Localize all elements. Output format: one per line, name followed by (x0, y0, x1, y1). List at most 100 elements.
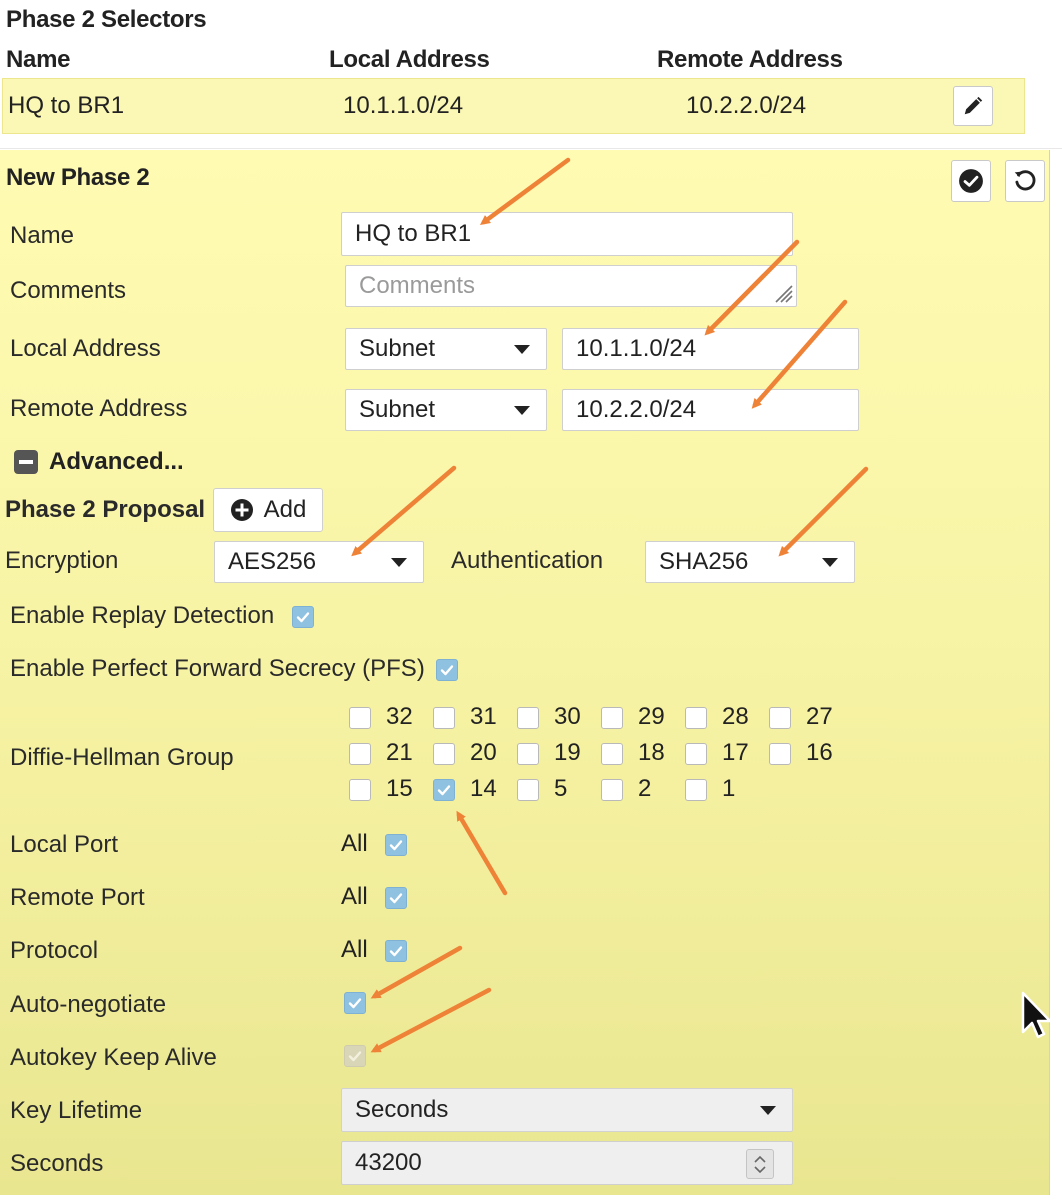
replay-detection-label: Enable Replay Detection (10, 602, 275, 629)
dh-group-number: 30 (554, 703, 581, 730)
dh-group-checkbox[interactable] (517, 779, 539, 801)
dh-group-checkbox[interactable] (517, 743, 539, 765)
confirm-button[interactable] (951, 160, 991, 202)
key-lifetime-select[interactable]: Seconds (341, 1088, 793, 1132)
authentication-select[interactable]: SHA256 (645, 541, 855, 583)
dh-group-checkbox[interactable] (685, 743, 707, 765)
dh-group-checkbox[interactable] (517, 707, 539, 729)
remote-address-type-value: Subnet (359, 396, 436, 423)
local-address-type-value: Subnet (359, 335, 436, 362)
chevron-down-icon (754, 1165, 766, 1173)
local-port-all: All (341, 830, 368, 857)
remote-address-value: 10.2.2.0/24 (576, 396, 697, 423)
dh-group-number: 2 (638, 775, 652, 802)
dh-group-checkbox[interactable] (349, 743, 371, 765)
checkmark-icon (389, 840, 403, 851)
col-header-name: Name (6, 46, 71, 73)
seconds-label: Seconds (10, 1150, 104, 1177)
dh-group-checkbox[interactable] (685, 779, 707, 801)
comments-textarea[interactable]: Comments (345, 265, 797, 307)
advanced-toggle[interactable]: Advanced... (13, 448, 184, 476)
dh-group-number: 18 (638, 739, 665, 766)
plus-circle-icon (230, 499, 253, 521)
add-label: Add (263, 496, 307, 523)
dh-group-checkbox[interactable] (601, 743, 623, 765)
dh-group-number: 19 (554, 739, 581, 766)
add-proposal-button[interactable]: Add (213, 488, 323, 532)
divider (0, 148, 1062, 149)
local-address-field[interactable]: 10.1.1.0/24 (562, 328, 859, 370)
remote-address-type-select[interactable]: Subnet (345, 389, 547, 431)
check-circle-icon (959, 169, 983, 193)
col-header-remote-address: Remote Address (657, 46, 843, 73)
chevron-down-icon (391, 558, 407, 567)
selector-row[interactable] (2, 78, 1025, 134)
comments-label: Comments (10, 277, 127, 304)
dh-group-checkbox[interactable] (433, 707, 455, 729)
advanced-label: Advanced... (49, 448, 184, 475)
dh-group-number: 21 (386, 739, 413, 766)
dh-group-checkbox[interactable] (601, 779, 623, 801)
key-lifetime-label: Key Lifetime (10, 1097, 143, 1124)
checkmark-icon (348, 998, 362, 1009)
remote-port-all: All (341, 883, 368, 910)
dh-group-checkbox[interactable] (685, 707, 707, 729)
name-field[interactable]: HQ to BR1 (341, 212, 793, 256)
seconds-field[interactable]: 43200 (341, 1141, 793, 1185)
undo-icon (1014, 170, 1036, 191)
local-port-checkbox[interactable] (385, 834, 407, 856)
dh-group-checkbox[interactable] (769, 743, 791, 765)
remote-address-field[interactable]: 10.2.2.0/24 (562, 389, 859, 431)
undo-button[interactable] (1005, 160, 1045, 202)
mouse-cursor-icon (1021, 991, 1052, 1039)
dh-group-number: 32 (386, 703, 413, 730)
resize-handle-icon[interactable] (772, 282, 794, 304)
protocol-checkbox[interactable] (385, 940, 407, 962)
dh-group-number: 28 (722, 703, 749, 730)
dh-group-checkbox[interactable] (601, 707, 623, 729)
pencil-icon (964, 96, 983, 115)
dh-group-label: Diffie-Hellman Group (10, 744, 234, 771)
dh-group-checkbox[interactable] (433, 743, 455, 765)
encryption-label: Encryption (5, 547, 119, 574)
dh-group-number: 20 (470, 739, 497, 766)
pfs-checkbox[interactable] (436, 659, 458, 681)
local-address-value: 10.1.1.0/24 (576, 335, 697, 362)
auto-negotiate-label: Auto-negotiate (10, 991, 167, 1018)
local-address-label: Local Address (10, 335, 161, 362)
name-field-value: HQ to BR1 (355, 220, 472, 247)
dh-group-number: 29 (638, 703, 665, 730)
checkmark-icon (348, 1051, 362, 1062)
local-address-type-select[interactable]: Subnet (345, 328, 547, 370)
chevron-down-icon (760, 1106, 776, 1115)
dh-group-number: 31 (470, 703, 497, 730)
dh-group-checkbox[interactable] (769, 707, 791, 729)
protocol-label: Protocol (10, 937, 99, 964)
local-port-label: Local Port (10, 831, 119, 858)
autokey-keep-alive-checkbox[interactable] (344, 1045, 366, 1067)
dh-group-checkbox[interactable] (349, 779, 371, 801)
replay-detection-checkbox[interactable] (292, 606, 314, 628)
panel-title: New Phase 2 (6, 164, 150, 191)
encryption-select[interactable]: AES256 (214, 541, 424, 583)
auto-negotiate-checkbox[interactable] (344, 992, 366, 1014)
seconds-stepper[interactable] (746, 1149, 774, 1179)
phase2-proposal-label: Phase 2 Proposal (5, 496, 206, 523)
dh-group-number: 15 (386, 775, 413, 802)
pfs-label: Enable Perfect Forward Secrecy (PFS) (10, 655, 425, 682)
edit-selector-button[interactable] (953, 86, 993, 126)
checkmark-icon (389, 946, 403, 957)
dh-group-number: 17 (722, 739, 749, 766)
dh-group-number: 27 (806, 703, 833, 730)
remote-port-label: Remote Port (10, 884, 145, 911)
chevron-down-icon (822, 558, 838, 567)
selector-row-name: HQ to BR1 (8, 92, 125, 119)
authentication-label: Authentication (451, 547, 604, 574)
dh-group-number: 14 (470, 775, 497, 802)
dh-group-checkbox[interactable] (433, 779, 455, 801)
col-header-local-address: Local Address (329, 46, 490, 73)
remote-port-checkbox[interactable] (385, 887, 407, 909)
key-lifetime-value: Seconds (355, 1096, 449, 1123)
selectors-title: Phase 2 Selectors (6, 6, 207, 33)
dh-group-checkbox[interactable] (349, 707, 371, 729)
